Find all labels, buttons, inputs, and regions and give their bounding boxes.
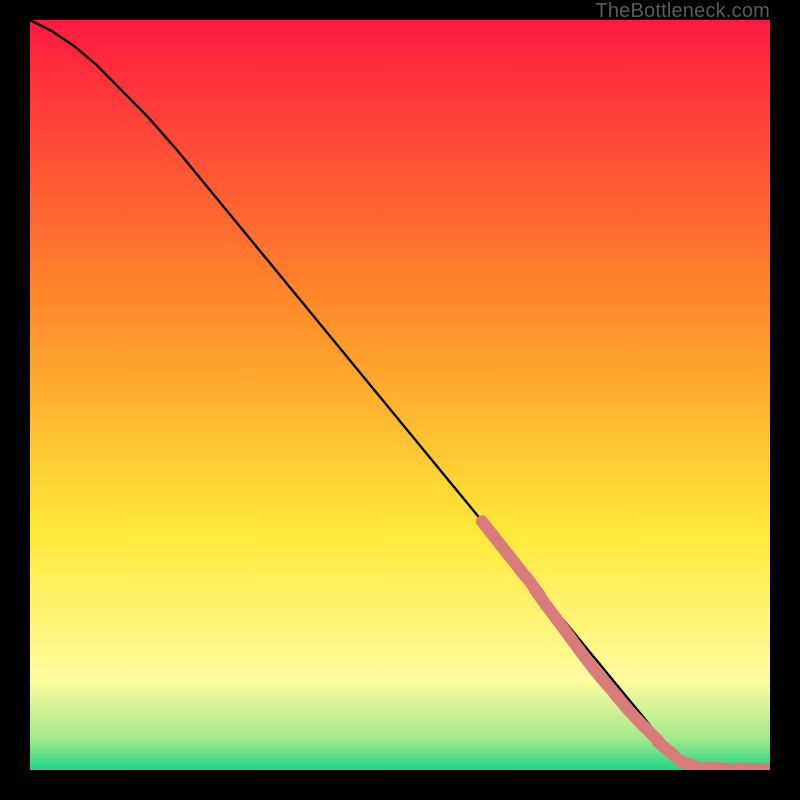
plot-area — [30, 20, 770, 770]
curve-marker — [658, 742, 675, 756]
curve-markers — [482, 521, 770, 769]
curve-marker — [707, 767, 729, 769]
curve-marker — [678, 760, 699, 768]
curve-layer — [30, 20, 770, 770]
bottleneck-curve — [30, 20, 770, 769]
chart-stage: TheBottleneck.com — [0, 0, 800, 800]
